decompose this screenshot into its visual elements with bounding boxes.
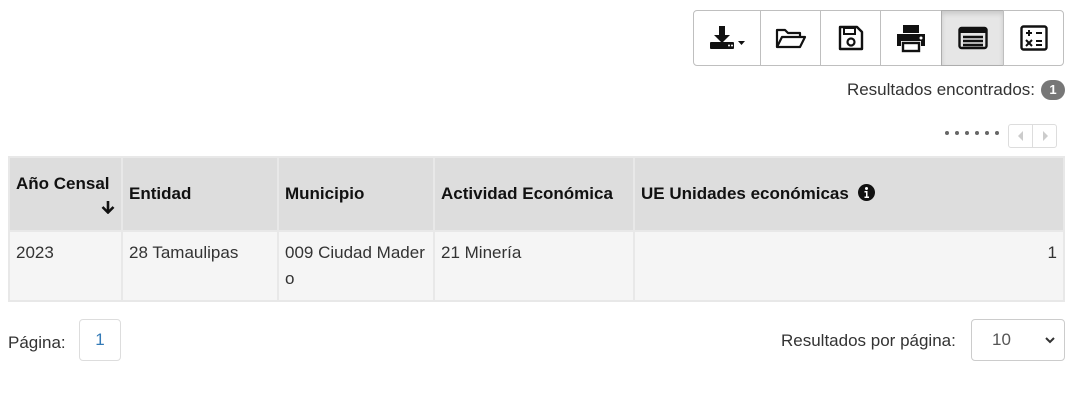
page-dots [945, 131, 999, 135]
table-view-button[interactable] [941, 10, 1004, 66]
sort-descending-icon [101, 201, 115, 214]
results-table: Año Censal Entidad Municipio Actividad E… [8, 156, 1065, 302]
column-header-label: Año Censal [16, 174, 110, 193]
chevron-down-icon [1045, 337, 1055, 344]
results-per-page-value: 10 [992, 330, 1011, 349]
calculator-icon [1019, 25, 1048, 51]
mini-pager [1008, 124, 1057, 148]
save-icon [838, 25, 863, 51]
results-found: Resultados encontrados: 1 [847, 80, 1065, 100]
table-row: 2023 28 Tamaulipas 009 Ciudad Madero 21 … [8, 230, 1065, 302]
download-button[interactable] [693, 10, 761, 66]
column-header-municipio[interactable]: Municipio [277, 156, 435, 232]
info-icon[interactable] [857, 184, 875, 201]
page-label: Página: [8, 333, 66, 352]
results-per-page-label: Resultados por página: [781, 331, 956, 350]
calculator-button[interactable] [1003, 10, 1064, 66]
caret-down-icon [738, 41, 745, 45]
table-cell: 28 Tamaulipas [121, 230, 279, 302]
folder-open-icon [775, 28, 806, 49]
page-1-button[interactable]: 1 [79, 319, 121, 361]
table-cell: 009 Ciudad Madero [277, 230, 435, 302]
results-count-badge: 1 [1041, 80, 1065, 100]
save-button[interactable] [820, 10, 881, 66]
column-header-actividad[interactable]: Actividad Económica [433, 156, 635, 232]
previous-page-button[interactable] [1008, 124, 1033, 148]
column-header-unidades[interactable]: UE Unidades económicas [633, 156, 1065, 232]
chevron-right-icon [1042, 131, 1048, 141]
column-header-ano-censal[interactable]: Año Censal [8, 156, 123, 232]
table-header-row: Año Censal Entidad Municipio Actividad E… [8, 156, 1065, 232]
column-header-label: UE Unidades económicas [641, 184, 849, 203]
print-icon [897, 25, 925, 53]
table-cell: 21 Minería [433, 230, 635, 302]
toolbar [693, 10, 1064, 66]
open-button[interactable] [760, 10, 821, 66]
table-cell: 1 [633, 230, 1065, 302]
results-found-label: Resultados encontrados: [846, 80, 1035, 99]
table-view-icon [957, 26, 988, 50]
next-page-button[interactable] [1032, 124, 1057, 148]
table-cell: 2023 [8, 230, 123, 302]
print-button[interactable] [880, 10, 942, 66]
download-icon [710, 26, 745, 49]
chevron-left-icon [1017, 131, 1023, 141]
column-header-entidad[interactable]: Entidad [121, 156, 279, 232]
results-per-page-select[interactable]: 10 [971, 319, 1065, 361]
